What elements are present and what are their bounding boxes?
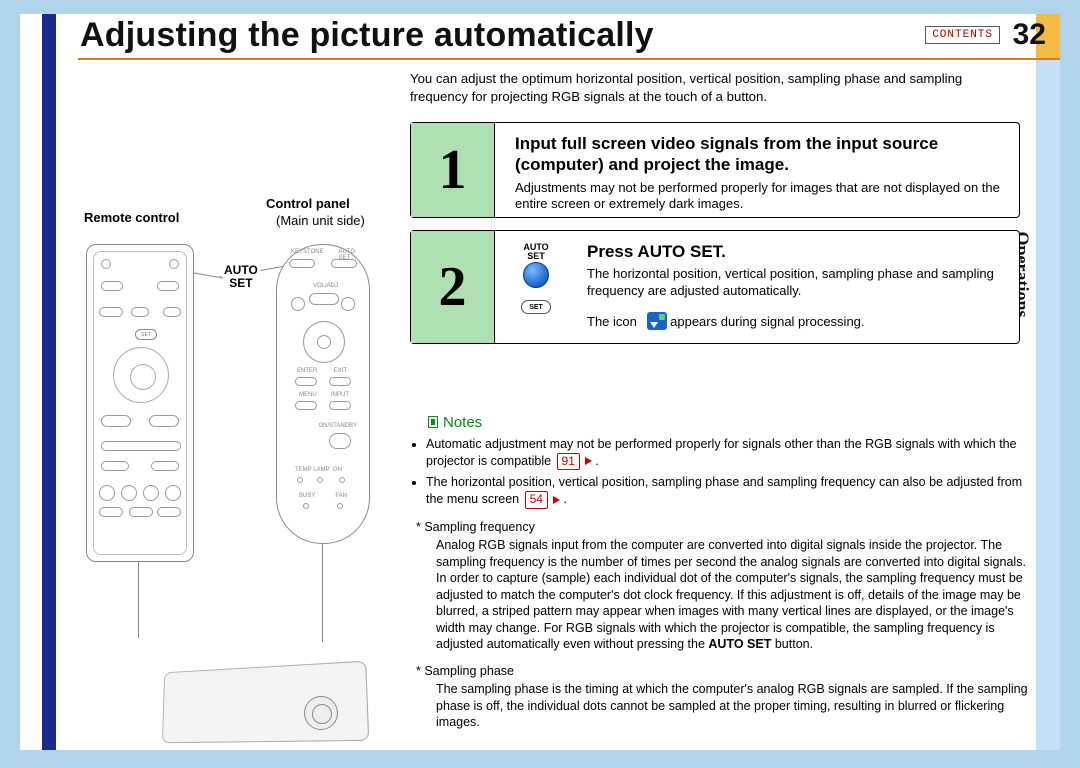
intro-paragraph: You can adjust the optimum horizontal po… [410,70,1020,106]
notes-body: Automatic adjustment may not be performe… [412,434,1036,731]
step-1-number: 1 [411,123,495,217]
auto-set-line2: SET [229,276,252,290]
page-title: Adjusting the picture automatically [80,16,654,55]
contents-button[interactable]: CONTENTS [925,26,1000,44]
control-panel-icon: KEYSTONE AUTOSET VOL/ADJ ENTER EXIT MENU… [276,244,370,544]
remote-control-icon: SET [86,244,194,562]
step-1-body: Adjustments may not be performed properl… [515,180,1009,214]
projector-icon [134,638,384,768]
control-panel-label: Control panel [266,196,350,211]
sampling-frequency-head: * Sampling frequency [416,519,1036,536]
arrow-icon [585,457,592,465]
sampling-phase-body: The sampling phase is the timing at whic… [436,681,1036,731]
connector-line-remote [138,562,139,638]
step-2-title: Press AUTO SET. [587,241,1009,262]
manual-page: Operations Adjusting the picture automat… [20,14,1060,750]
notes-heading-text: Notes [443,414,482,431]
connector-line-cpanel [322,544,323,642]
step-2-number: 2 [411,231,495,343]
control-panel-sublabel: (Main unit side) [276,213,365,228]
notes-heading: Notes [428,414,482,431]
sampling-phase-head: * Sampling phase [416,663,1036,680]
page-ref-54[interactable]: 54 [525,491,548,509]
step-1-title: Input full screen video signals from the… [515,133,1009,176]
auto-set-callout-label: AUTO SET [224,264,258,289]
processing-icon [647,312,667,330]
step-2-box: 2 AUTO SET SET Press AUTO SET. The horiz… [410,230,1020,344]
remote-set-button: SET [135,329,157,340]
left-spine [42,14,56,750]
arrow-icon [553,496,560,504]
header-rule [78,58,1060,60]
notes-bullet-icon [428,416,438,428]
step-2-body-line1: The horizontal position, vertical positi… [587,266,1009,300]
step-2-body-line2b: appears during signal processing. [670,314,864,329]
step-1-box: 1 Input full screen video signals from t… [410,122,1020,218]
notes-bullet-2: The horizontal position, vertical positi… [426,474,1036,508]
remote-control-label: Remote control [84,210,179,225]
notes-bullet-1: Automatic adjustment may not be performe… [426,436,1036,470]
page-number: 32 [1013,18,1046,52]
step-2-body-line2a: The icon [587,314,637,329]
sampling-frequency-body: Analog RGB signals input from the comput… [436,537,1036,653]
page-ref-91[interactable]: 91 [557,453,580,471]
